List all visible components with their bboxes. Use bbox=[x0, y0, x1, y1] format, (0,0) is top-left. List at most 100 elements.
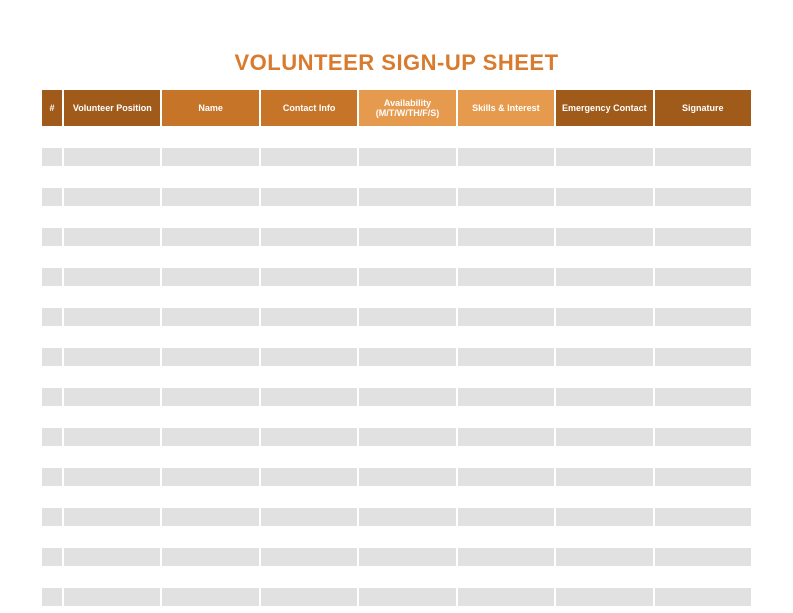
table-cell[interactable] bbox=[64, 448, 160, 466]
table-cell[interactable] bbox=[261, 468, 357, 486]
table-cell[interactable] bbox=[261, 228, 357, 246]
table-cell[interactable] bbox=[359, 288, 455, 306]
table-cell[interactable] bbox=[556, 248, 652, 266]
table-cell[interactable] bbox=[556, 488, 652, 506]
table-cell[interactable] bbox=[458, 468, 554, 486]
table-cell[interactable] bbox=[64, 148, 160, 166]
table-cell[interactable] bbox=[556, 288, 652, 306]
table-cell[interactable] bbox=[458, 428, 554, 446]
table-cell[interactable] bbox=[458, 388, 554, 406]
table-cell[interactable] bbox=[359, 488, 455, 506]
table-cell[interactable] bbox=[359, 408, 455, 426]
table-cell[interactable] bbox=[359, 168, 455, 186]
table-cell[interactable] bbox=[162, 248, 258, 266]
table-cell[interactable] bbox=[162, 208, 258, 226]
table-cell[interactable] bbox=[261, 388, 357, 406]
table-cell[interactable] bbox=[359, 528, 455, 546]
table-cell[interactable] bbox=[42, 508, 62, 526]
table-cell[interactable] bbox=[162, 288, 258, 306]
table-cell[interactable] bbox=[556, 548, 652, 566]
table-cell[interactable] bbox=[458, 148, 554, 166]
table-cell[interactable] bbox=[458, 168, 554, 186]
table-cell[interactable] bbox=[261, 488, 357, 506]
table-cell[interactable] bbox=[64, 308, 160, 326]
table-cell[interactable] bbox=[261, 368, 357, 386]
table-cell[interactable] bbox=[556, 308, 652, 326]
table-cell[interactable] bbox=[655, 388, 751, 406]
table-cell[interactable] bbox=[458, 208, 554, 226]
table-cell[interactable] bbox=[359, 128, 455, 146]
table-cell[interactable] bbox=[556, 268, 652, 286]
table-cell[interactable] bbox=[655, 548, 751, 566]
table-cell[interactable] bbox=[162, 408, 258, 426]
table-cell[interactable] bbox=[42, 288, 62, 306]
table-cell[interactable] bbox=[458, 488, 554, 506]
table-cell[interactable] bbox=[359, 568, 455, 586]
table-cell[interactable] bbox=[359, 388, 455, 406]
table-cell[interactable] bbox=[655, 408, 751, 426]
table-cell[interactable] bbox=[64, 568, 160, 586]
table-cell[interactable] bbox=[655, 468, 751, 486]
table-cell[interactable] bbox=[655, 288, 751, 306]
table-cell[interactable] bbox=[64, 368, 160, 386]
table-cell[interactable] bbox=[261, 348, 357, 366]
table-cell[interactable] bbox=[162, 128, 258, 146]
table-cell[interactable] bbox=[162, 268, 258, 286]
table-cell[interactable] bbox=[42, 428, 62, 446]
table-cell[interactable] bbox=[261, 128, 357, 146]
table-cell[interactable] bbox=[42, 348, 62, 366]
table-cell[interactable] bbox=[556, 128, 652, 146]
table-cell[interactable] bbox=[556, 388, 652, 406]
table-cell[interactable] bbox=[64, 168, 160, 186]
table-cell[interactable] bbox=[359, 348, 455, 366]
table-cell[interactable] bbox=[261, 568, 357, 586]
table-cell[interactable] bbox=[42, 408, 62, 426]
table-cell[interactable] bbox=[64, 428, 160, 446]
table-cell[interactable] bbox=[64, 408, 160, 426]
table-cell[interactable] bbox=[261, 268, 357, 286]
table-cell[interactable] bbox=[261, 408, 357, 426]
table-cell[interactable] bbox=[655, 228, 751, 246]
table-cell[interactable] bbox=[655, 348, 751, 366]
table-cell[interactable] bbox=[162, 528, 258, 546]
table-cell[interactable] bbox=[458, 448, 554, 466]
table-cell[interactable] bbox=[42, 548, 62, 566]
table-cell[interactable] bbox=[42, 388, 62, 406]
table-cell[interactable] bbox=[359, 588, 455, 606]
table-cell[interactable] bbox=[556, 168, 652, 186]
table-cell[interactable] bbox=[655, 128, 751, 146]
table-cell[interactable] bbox=[556, 508, 652, 526]
table-cell[interactable] bbox=[64, 188, 160, 206]
table-cell[interactable] bbox=[64, 508, 160, 526]
table-cell[interactable] bbox=[359, 248, 455, 266]
table-cell[interactable] bbox=[42, 268, 62, 286]
table-cell[interactable] bbox=[359, 148, 455, 166]
table-cell[interactable] bbox=[42, 528, 62, 546]
table-cell[interactable] bbox=[42, 228, 62, 246]
table-cell[interactable] bbox=[162, 228, 258, 246]
table-cell[interactable] bbox=[42, 448, 62, 466]
table-cell[interactable] bbox=[261, 288, 357, 306]
table-cell[interactable] bbox=[162, 368, 258, 386]
table-cell[interactable] bbox=[261, 448, 357, 466]
table-cell[interactable] bbox=[261, 548, 357, 566]
table-cell[interactable] bbox=[64, 208, 160, 226]
table-cell[interactable] bbox=[359, 308, 455, 326]
table-cell[interactable] bbox=[655, 328, 751, 346]
table-cell[interactable] bbox=[655, 268, 751, 286]
table-cell[interactable] bbox=[556, 148, 652, 166]
table-cell[interactable] bbox=[359, 548, 455, 566]
table-cell[interactable] bbox=[42, 568, 62, 586]
table-cell[interactable] bbox=[162, 388, 258, 406]
table-cell[interactable] bbox=[556, 228, 652, 246]
table-cell[interactable] bbox=[261, 188, 357, 206]
table-cell[interactable] bbox=[556, 528, 652, 546]
table-cell[interactable] bbox=[458, 368, 554, 386]
table-cell[interactable] bbox=[655, 568, 751, 586]
table-cell[interactable] bbox=[556, 368, 652, 386]
table-cell[interactable] bbox=[458, 268, 554, 286]
table-cell[interactable] bbox=[655, 428, 751, 446]
table-cell[interactable] bbox=[458, 408, 554, 426]
table-cell[interactable] bbox=[556, 588, 652, 606]
table-cell[interactable] bbox=[42, 328, 62, 346]
